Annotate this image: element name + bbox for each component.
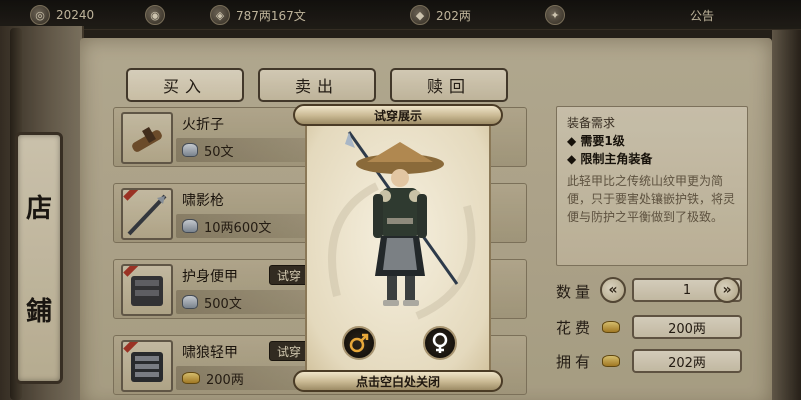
female-symbol-icon [432, 332, 448, 353]
female-toggle-button[interactable] [423, 326, 457, 360]
popup-close-hint-rod[interactable]: 点击空白处关闭 [293, 370, 503, 392]
close-hint: 点击空白处关闭 [355, 374, 440, 389]
male-toggle-button[interactable] [342, 326, 376, 360]
popup-title-rod: 试穿展示 [293, 104, 503, 126]
popup-title: 试穿展示 [373, 108, 422, 123]
male-symbol-icon [349, 333, 369, 353]
character-preview [328, 131, 476, 320]
try-on-scroll [305, 126, 491, 370]
shop-screen: ◎ 20240 ◉ ◈ 787两167文 ◆ 202两 ✦ 公告 店 鋪 买入 … [0, 0, 801, 400]
